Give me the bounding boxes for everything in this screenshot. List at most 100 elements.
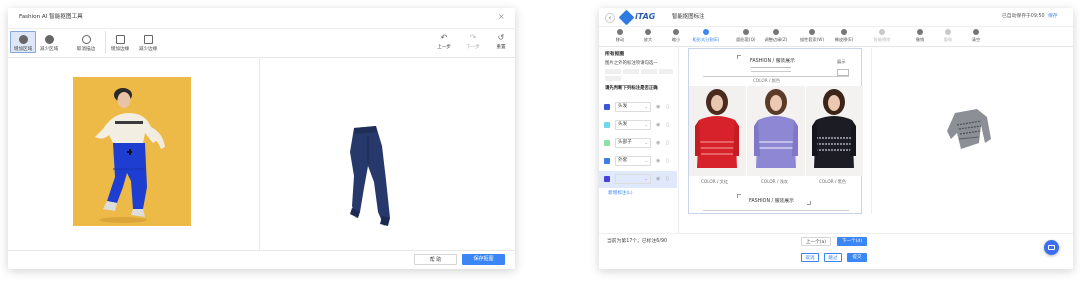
toolbar-top-border	[599, 26, 1073, 27]
doc-box	[837, 69, 849, 76]
cancel-button[interactable]: 取消	[801, 253, 819, 262]
matting-result[interactable]	[947, 109, 991, 149]
source-photo[interactable]	[73, 77, 191, 226]
reduce-edge-icon	[143, 35, 153, 44]
cancel-stroke-button[interactable]: 取消描边	[74, 33, 98, 55]
add-label-link[interactable]: 新增标注(L)	[608, 191, 633, 197]
tool-icon	[973, 29, 979, 35]
tool-label: 橡皮擦(E)	[834, 37, 854, 42]
save-link[interactable]: 保存	[1048, 14, 1058, 20]
plus-circle-icon	[18, 35, 28, 44]
matting-tool-window: Fashion AI 智能抠图工具 × 增加区域 减少区域 取消描边 增加边缘 …	[8, 8, 515, 269]
model-photo-black	[806, 86, 863, 176]
option-chip[interactable]	[659, 69, 673, 74]
itag-annotation-window: ‹ iTAG 智能抠图标注 已自动保存于09:50 保存 移动 放大 缩小 矩形式分割…	[599, 8, 1073, 269]
help-button[interactable]: 帮 助	[414, 254, 457, 265]
tool-icon	[945, 29, 951, 35]
label-select[interactable]: 外套 ⌄	[615, 156, 651, 166]
label-row[interactable]: ⌄ ◉ ▯	[599, 171, 677, 188]
toolbar-divider	[8, 28, 515, 29]
tool-button-11[interactable]: 清空	[959, 29, 993, 51]
option-chip[interactable]	[605, 69, 621, 74]
trash-icon[interactable]: ▯	[666, 158, 669, 164]
chat-float-button[interactable]	[1044, 240, 1059, 255]
doc-line	[703, 76, 849, 77]
autosave-status: 已自动保存于09:50	[1002, 14, 1045, 19]
stroke-icon	[81, 35, 91, 44]
label-row[interactable]: 头发 ⌄ ◉ ▯	[599, 99, 677, 116]
tool-label: 矩形式分割(E)	[692, 37, 720, 42]
tool-icon	[879, 29, 885, 35]
label-select-value: 头发	[618, 104, 628, 109]
save-matting-button[interactable]: 保存抠图	[462, 254, 505, 265]
tool-icon	[841, 29, 847, 35]
label-row[interactable]: 头部子 ⌄ ◉ ▯	[599, 135, 677, 152]
sweater-cutout	[947, 109, 991, 149]
redo-icon: ↷	[469, 33, 477, 42]
option-chip[interactable]	[605, 76, 621, 81]
label-row[interactable]: 头发 ⌄ ◉ ▯	[599, 117, 677, 134]
matting-result[interactable]	[346, 126, 396, 230]
remove-region-button[interactable]: 减少区域	[37, 33, 61, 55]
back-button[interactable]: ‹	[605, 13, 615, 23]
skip-button[interactable]: 跳过	[824, 253, 842, 262]
option-chip[interactable]	[623, 69, 639, 74]
eye-icon[interactable]: ◉	[656, 176, 660, 182]
eye-icon[interactable]: ◉	[656, 158, 660, 164]
tool-label: 调整边缘(Z)	[764, 37, 788, 42]
label-select[interactable]: ⌄	[615, 174, 651, 184]
tool-icon	[809, 29, 815, 35]
option-chip[interactable]	[641, 69, 657, 74]
tool-icon	[645, 29, 651, 35]
progress-status: 当前为第17个，已标注6/90	[607, 239, 668, 244]
label-color-swatch	[604, 122, 610, 128]
chevron-down-icon: ⌄	[644, 140, 648, 145]
label-select-value: 头部子	[618, 140, 632, 145]
redo-button[interactable]: ↷ 下一步	[461, 33, 485, 55]
label-color-swatch	[604, 158, 610, 164]
color-label-2: COLOR / 浅灰	[761, 179, 789, 184]
doc-rule	[751, 71, 791, 72]
trash-icon[interactable]: ▯	[666, 176, 669, 182]
color-label-1: COLOR / 文红	[701, 179, 729, 184]
doc-line	[703, 210, 849, 211]
itag-logo-icon	[618, 9, 635, 26]
undo-button[interactable]: ↶ 上一步	[432, 33, 456, 55]
model-photo-red	[689, 86, 746, 176]
product-photos	[689, 86, 863, 176]
tool-label: 描性套索(W)	[799, 37, 825, 42]
tool-icon	[743, 29, 749, 35]
eye-icon[interactable]: ◉	[656, 122, 660, 128]
trash-icon[interactable]: ▯	[666, 140, 669, 146]
source-document[interactable]: FASHION / 服装展示 展示 COLOR / 颜色 COLOR / 文红 …	[688, 48, 863, 214]
reduce-edge-button[interactable]: 减少边缘	[136, 33, 160, 55]
footer-border	[599, 233, 1073, 234]
tool-label: 缩小	[671, 37, 681, 42]
label-select[interactable]: 头发 ⌄	[615, 102, 651, 112]
panel-heading-check: 请先判断下列标注是否正确	[605, 86, 658, 91]
add-region-button[interactable]: 增加区域	[11, 33, 35, 55]
label-row[interactable]: 外套 ⌄ ◉ ▯	[599, 153, 677, 170]
label-select[interactable]: 头部子 ⌄	[615, 138, 651, 148]
tool-icon	[673, 29, 679, 35]
prev-button[interactable]: 上一个(a)	[801, 237, 831, 246]
toolbar-separator	[105, 31, 106, 53]
pants-cutout	[350, 126, 390, 226]
add-edge-button[interactable]: 增加边缘	[108, 33, 132, 55]
model-photo-lavender	[747, 86, 805, 176]
tool-label: 智能擦除	[873, 37, 891, 42]
eye-icon[interactable]: ◉	[656, 140, 660, 146]
label-panel: 所有抠图 图片之外的标注项请勾选一 请先判断下列标注是否正确 头发 ⌄ ◉ ▯ 头发 ⌄ ◉…	[599, 47, 679, 233]
close-icon[interactable]: ×	[498, 13, 505, 21]
eye-icon[interactable]: ◉	[656, 104, 660, 110]
next-button[interactable]: 下一个(d)	[837, 237, 867, 246]
reset-button[interactable]: ↺ 重置	[489, 33, 513, 55]
trash-icon[interactable]: ▯	[666, 122, 669, 128]
label-select[interactable]: 头发 ⌄	[615, 120, 651, 130]
model-figure	[73, 77, 191, 226]
panel-heading-hint: 图片之外的标注项请勾选一	[605, 61, 658, 66]
option-chips	[605, 69, 673, 81]
tool-icon	[917, 29, 923, 35]
trash-icon[interactable]: ▯	[666, 104, 669, 110]
submit-button[interactable]: 提交	[847, 253, 867, 262]
